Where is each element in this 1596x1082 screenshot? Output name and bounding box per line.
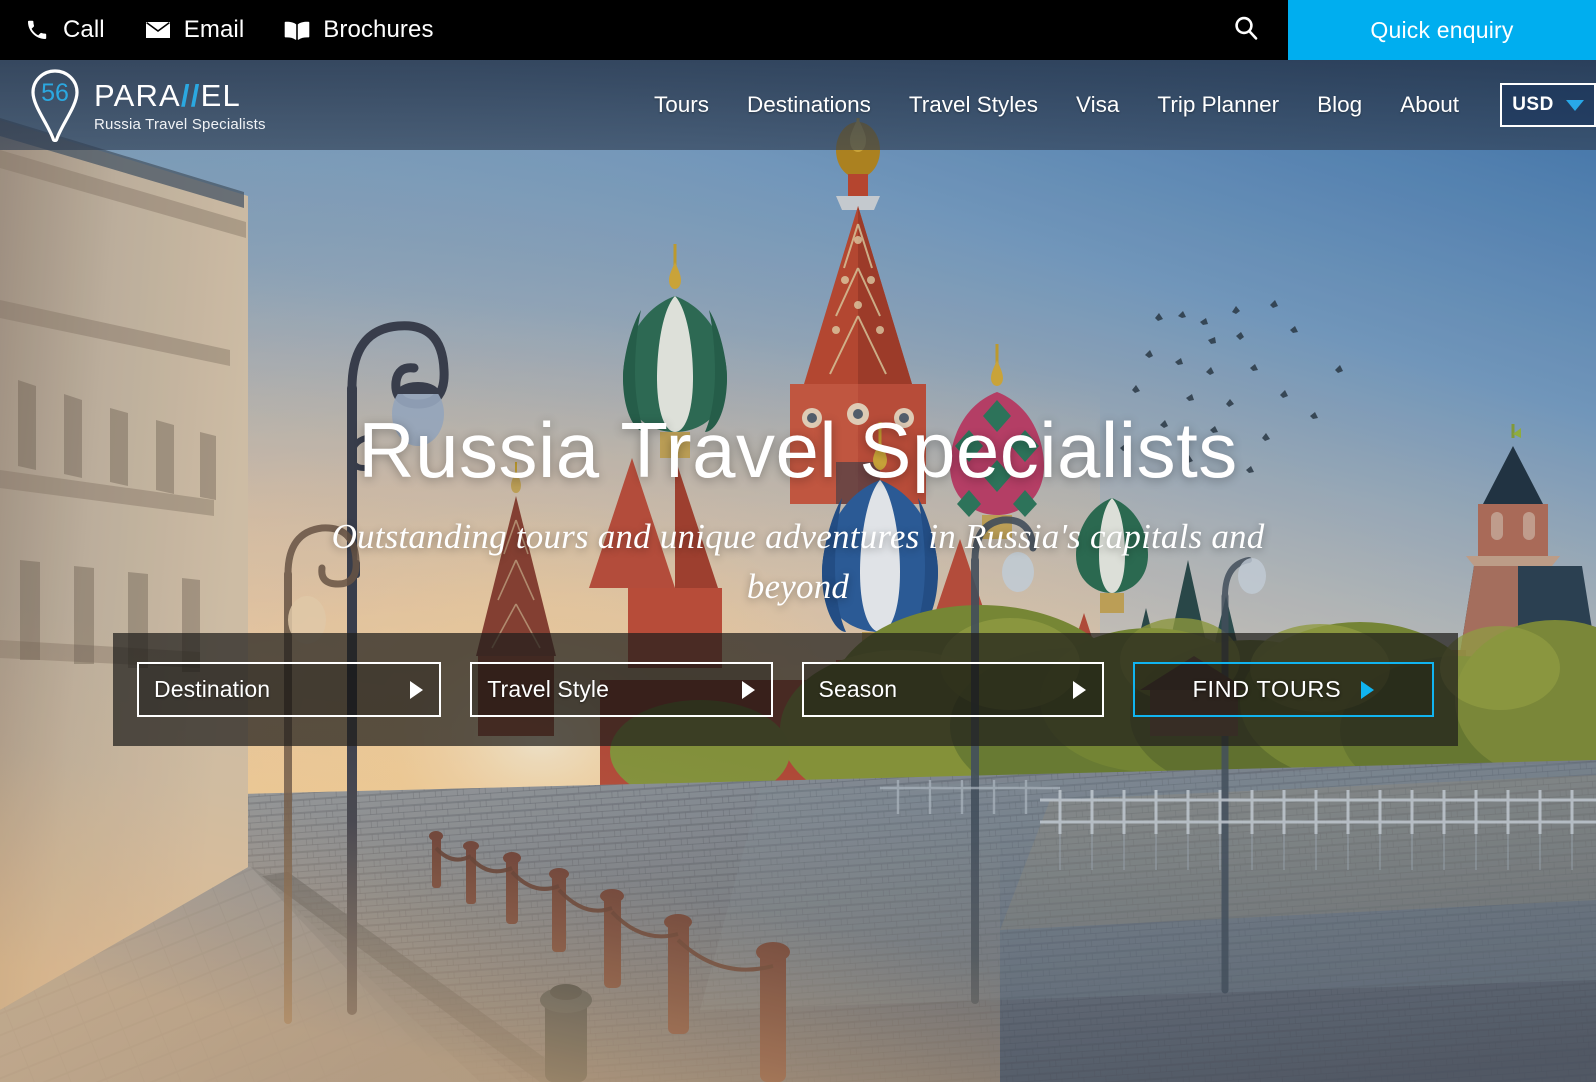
call-link[interactable]: Call xyxy=(24,16,105,44)
hero-title: Russia Travel Specialists xyxy=(358,406,1238,494)
quick-enquiry-button[interactable]: Quick enquiry xyxy=(1288,0,1596,60)
logo-name-slash: // xyxy=(180,77,201,113)
triangle-right-icon xyxy=(1361,680,1375,699)
site-logo[interactable]: 56 PARA//EL Russia Travel Specialists xyxy=(0,68,266,143)
brochures-label: Brochures xyxy=(323,16,434,43)
tour-search-bar: Destination Travel Style Season FIND TOU… xyxy=(113,633,1458,746)
hero-subtitle: Outstanding tours and unique adventures … xyxy=(331,516,1265,606)
triangle-right-icon xyxy=(410,680,424,699)
logo-wordmark: PARA//EL Russia Travel Specialists xyxy=(94,80,266,133)
season-label: Season xyxy=(818,676,898,702)
phone-icon xyxy=(24,17,50,43)
call-label: Call xyxy=(63,16,105,43)
logo-name-part2: EL xyxy=(200,77,241,113)
email-label: Email xyxy=(183,16,245,43)
brochures-link[interactable]: Brochures xyxy=(284,16,433,44)
season-dropdown[interactable]: Season xyxy=(801,662,1104,717)
triangle-right-icon xyxy=(741,680,755,699)
hero-text-block: Russia Travel Specialists Outstanding to… xyxy=(0,406,1596,611)
logo-badge-number: 56 xyxy=(41,79,69,107)
travel-style-dropdown[interactable]: Travel Style xyxy=(470,662,773,717)
nav-item-about[interactable]: About xyxy=(1381,92,1478,118)
search-icon xyxy=(1232,14,1260,47)
logo-tagline: Russia Travel Specialists xyxy=(94,115,266,133)
chevron-down-icon xyxy=(1565,99,1584,111)
page-root: Call Email Brochures Quick enquiry 56 PA… xyxy=(0,0,1596,1082)
currency-selector[interactable]: USD xyxy=(1500,83,1596,127)
quick-enquiry-label: Quick enquiry xyxy=(1370,16,1514,43)
nav-item-blog[interactable]: Blog xyxy=(1298,92,1381,118)
envelope-icon xyxy=(145,17,171,43)
nav-item-visa[interactable]: Visa xyxy=(1057,92,1138,118)
nav-item-trip-planner[interactable]: Trip Planner xyxy=(1138,92,1298,118)
nav-item-tours[interactable]: Tours xyxy=(635,92,728,118)
email-link[interactable]: Email xyxy=(145,16,245,44)
destination-dropdown[interactable]: Destination xyxy=(137,662,442,717)
book-icon xyxy=(284,17,310,43)
map-pin-icon: 56 xyxy=(26,68,84,143)
nav-item-travel-styles[interactable]: Travel Styles xyxy=(890,92,1057,118)
top-utility-links: Call Email Brochures xyxy=(0,16,434,44)
find-tours-button[interactable]: FIND TOURS xyxy=(1132,662,1434,717)
nav-item-destinations[interactable]: Destinations xyxy=(728,92,890,118)
logo-name-part1: PARA xyxy=(94,77,181,113)
currency-value: USD xyxy=(1512,94,1554,115)
search-button[interactable] xyxy=(1204,0,1288,60)
top-utility-bar: Call Email Brochures Quick enquiry xyxy=(0,0,1596,60)
find-tours-label: FIND TOURS xyxy=(1192,676,1342,702)
triangle-right-icon xyxy=(1072,680,1086,699)
travel-style-label: Travel Style xyxy=(487,676,610,702)
nav-links: Tours Destinations Travel Styles Visa Tr… xyxy=(635,83,1596,127)
main-navigation-bar: 56 PARA//EL Russia Travel Specialists To… xyxy=(0,60,1596,150)
logo-name: PARA//EL xyxy=(94,80,266,111)
destination-label: Destination xyxy=(154,676,271,702)
